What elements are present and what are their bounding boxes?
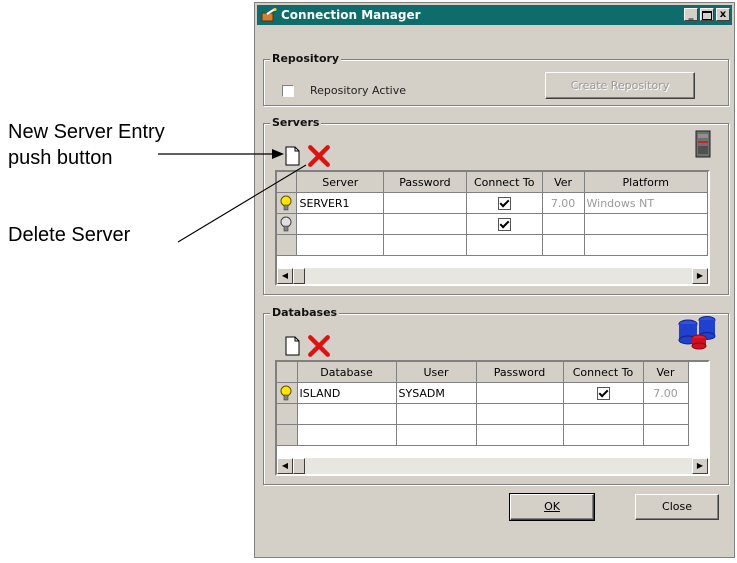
- servers-group: Servers Server Password Connect To Ver P…: [263, 116, 729, 295]
- new-document-icon: [285, 146, 300, 166]
- scroll-left-icon[interactable]: ◀: [277, 458, 293, 474]
- databases-table: Database User Password Connect To Ver IS…: [277, 362, 689, 446]
- databases-group-label: Databases: [270, 306, 340, 319]
- table-row[interactable]: ISLAND SYSADM 7.00: [277, 382, 689, 404]
- server-icon: [695, 130, 711, 158]
- repository-active-label: Repository Active: [310, 84, 407, 97]
- server-name-cell[interactable]: SERVER1: [296, 192, 385, 214]
- user-cell[interactable]: SYSADM: [396, 382, 477, 404]
- delete-database-button[interactable]: [307, 334, 331, 358]
- table-row[interactable]: [277, 234, 708, 256]
- connect-to-checkbox[interactable]: [596, 386, 610, 400]
- new-document-icon: [285, 336, 300, 356]
- ok-button-label: OK: [544, 500, 560, 513]
- row-indicator: [277, 213, 298, 235]
- row-indicator: [277, 234, 298, 256]
- scroll-right-icon[interactable]: ▶: [692, 268, 708, 284]
- column-header-connect-to[interactable]: Connect To: [466, 172, 543, 193]
- window-title: Connection Manager: [281, 8, 421, 22]
- row-indicator: [277, 192, 298, 214]
- connect-to-checkbox[interactable]: [497, 217, 511, 231]
- connect-to-checkbox[interactable]: [497, 196, 511, 210]
- table-row[interactable]: [277, 213, 708, 235]
- callout-delete-server: Delete Server: [8, 224, 131, 246]
- scroll-left-icon[interactable]: ◀: [277, 268, 293, 284]
- column-header-platform[interactable]: Platform: [584, 172, 708, 193]
- servers-grid[interactable]: Server Password Connect To Ver Platform: [275, 170, 710, 286]
- new-database-entry-button[interactable]: [282, 335, 302, 357]
- ver-cell: [542, 213, 585, 235]
- password-cell[interactable]: [383, 213, 467, 235]
- databases-horizontal-scrollbar[interactable]: ◀ ▶: [277, 458, 708, 474]
- row-indicator: [277, 424, 298, 446]
- close-button-label: Close: [662, 500, 692, 513]
- connect-to-cell[interactable]: [563, 382, 644, 404]
- ver-cell: 7.00: [643, 382, 689, 404]
- column-header-database[interactable]: Database: [297, 362, 397, 383]
- row-indicator-header: [277, 362, 298, 383]
- servers-horizontal-scrollbar[interactable]: ◀ ▶: [277, 268, 708, 284]
- repository-group: Repository Repository Active Create Repo…: [263, 52, 729, 106]
- create-repository-button[interactable]: Create Repository: [545, 72, 695, 99]
- connect-to-cell[interactable]: [466, 192, 543, 214]
- databases-grid[interactable]: Database User Password Connect To Ver IS…: [275, 360, 710, 476]
- yellow-lightbulb-icon: [280, 385, 292, 401]
- databases-header-row: Database User Password Connect To Ver: [277, 362, 689, 383]
- servers-header-row: Server Password Connect To Ver Platform: [277, 172, 708, 193]
- column-header-password[interactable]: Password: [476, 362, 564, 383]
- callout-new-server-line2: push button: [8, 147, 113, 169]
- repository-active-checkbox[interactable]: [282, 85, 294, 97]
- column-header-connect-to[interactable]: Connect To: [563, 362, 644, 383]
- column-header-password[interactable]: Password: [383, 172, 467, 193]
- row-indicator: [277, 382, 298, 404]
- table-row[interactable]: [277, 424, 689, 446]
- scroll-thumb[interactable]: [293, 268, 305, 284]
- scroll-right-icon[interactable]: ▶: [692, 458, 708, 474]
- column-header-user[interactable]: User: [396, 362, 477, 383]
- minimize-button[interactable]: _: [684, 8, 698, 21]
- databases-icon: [678, 316, 716, 350]
- ver-cell: 7.00: [542, 192, 585, 214]
- server-name-cell[interactable]: [296, 213, 385, 235]
- title-bar[interactable]: Connection Manager _ x: [257, 5, 732, 25]
- scroll-thumb[interactable]: [293, 458, 305, 474]
- column-header-ver[interactable]: Ver: [542, 172, 585, 193]
- ok-button[interactable]: OK: [509, 493, 595, 521]
- table-row[interactable]: SERVER1 7.00 Windows NT: [277, 192, 708, 214]
- platform-cell: [584, 213, 708, 235]
- column-header-ver[interactable]: Ver: [643, 362, 689, 383]
- maximize-icon: [702, 11, 712, 20]
- servers-table: Server Password Connect To Ver Platform: [277, 172, 708, 256]
- connect-to-cell[interactable]: [466, 213, 543, 235]
- table-row[interactable]: [277, 403, 689, 425]
- close-icon: x: [719, 9, 727, 20]
- row-indicator-header: [277, 172, 298, 193]
- delete-server-button[interactable]: [307, 144, 331, 168]
- row-indicator: [277, 403, 298, 425]
- delete-x-icon: [308, 335, 330, 357]
- gray-lightbulb-icon: [280, 216, 292, 232]
- servers-group-label: Servers: [270, 116, 322, 129]
- callout-new-server: New Server Entry push button: [8, 119, 165, 171]
- platform-cell: Windows NT: [584, 192, 708, 214]
- column-header-server[interactable]: Server: [296, 172, 385, 193]
- maximize-button[interactable]: [700, 8, 714, 21]
- close-dialog-button[interactable]: Close: [635, 494, 719, 520]
- delete-x-icon: [308, 145, 330, 167]
- password-cell[interactable]: [476, 382, 564, 404]
- yellow-lightbulb-icon: [280, 195, 292, 211]
- minimize-icon: _: [688, 9, 694, 20]
- databases-group: Databases Database User Password Connect…: [263, 306, 729, 485]
- connection-manager-window: Connection Manager _ x Repository Reposi…: [254, 2, 735, 558]
- new-server-entry-button[interactable]: [282, 145, 302, 167]
- password-cell[interactable]: [383, 192, 467, 214]
- database-name-cell[interactable]: ISLAND: [297, 382, 397, 404]
- close-button[interactable]: x: [716, 8, 730, 21]
- callout-new-server-line1: New Server Entry: [8, 121, 165, 143]
- repository-group-label: Repository: [270, 52, 342, 65]
- app-icon: [261, 8, 277, 22]
